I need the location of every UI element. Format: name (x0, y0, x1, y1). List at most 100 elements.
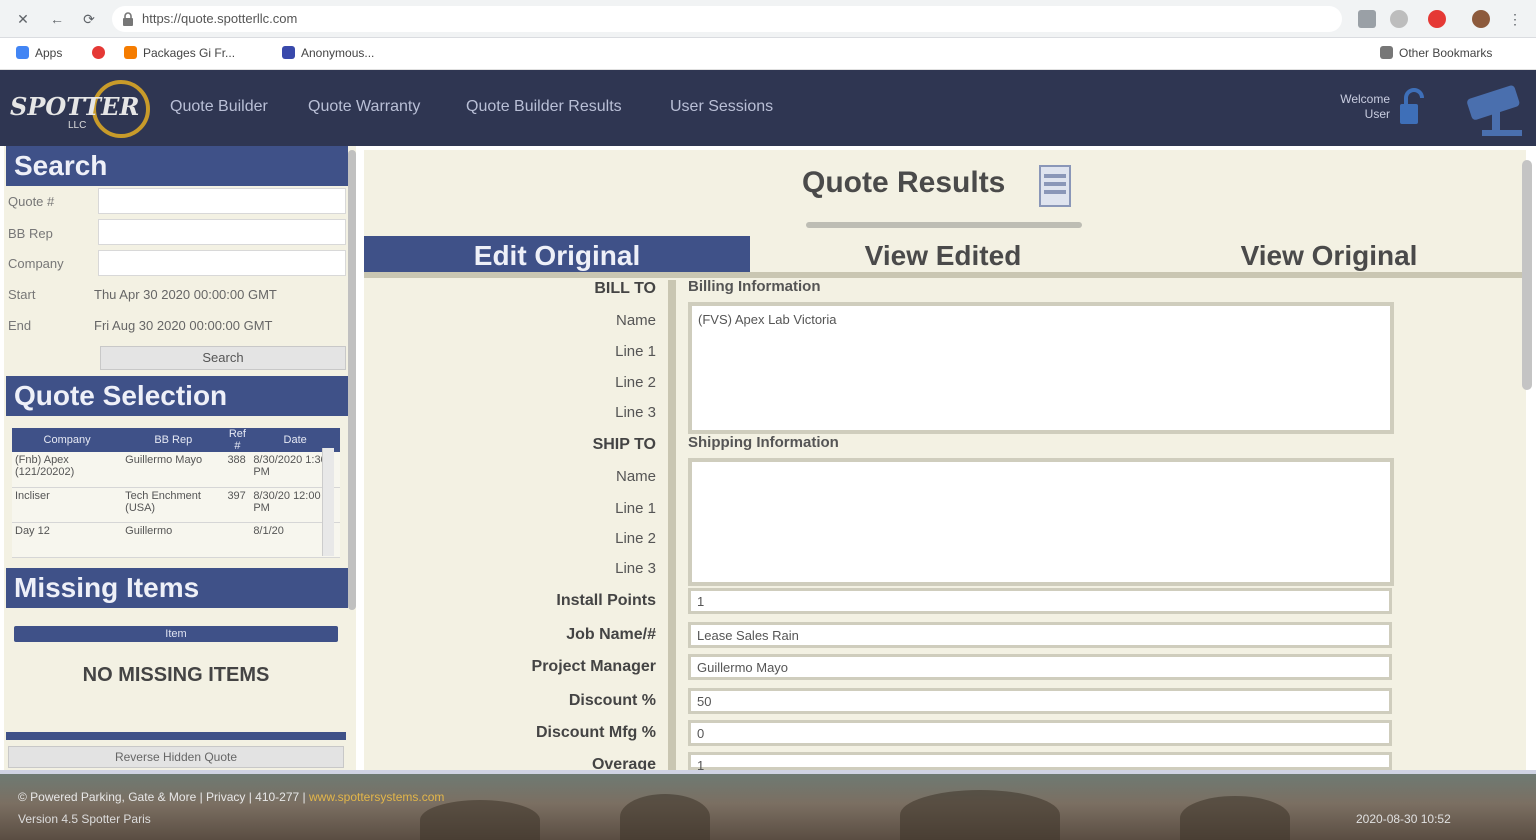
ship-line2-label: Line 2 (615, 530, 656, 547)
footer-timestamp: 2020-08-30 10:52 (1356, 812, 1451, 826)
bookmarks-bar: Apps Packages Gi Fr... Anonymous... Othe… (0, 38, 1536, 70)
install-points-input[interactable]: 1 (688, 588, 1392, 614)
quote-selection-table: Company BB Rep Ref # Date (Fnb) Apex (12… (12, 428, 340, 559)
tab-view-original[interactable]: View Original (1136, 236, 1522, 276)
other-bookmarks[interactable]: Other Bookmarks (1380, 46, 1492, 60)
discount-input[interactable]: 50 (688, 688, 1392, 714)
close-icon[interactable]: ✕ (14, 10, 32, 28)
reverse-hidden-quote-button[interactable]: Reverse Hidden Quote (8, 746, 344, 768)
billing-info-textarea[interactable]: (FVS) Apex Lab Victoria (688, 302, 1394, 434)
project-manager-input[interactable]: Guillermo Mayo (688, 654, 1392, 680)
tab-edit-original[interactable]: Edit Original (364, 236, 750, 276)
footer-link[interactable]: www.spottersystems.com (309, 790, 444, 804)
end-label: End (8, 318, 32, 333)
user-info: Welcome User (1340, 92, 1390, 121)
tree-silhouette (1180, 796, 1290, 840)
avatar[interactable] (1472, 10, 1490, 28)
ship-line1-label: Line 1 (615, 500, 656, 517)
bookmark-youtube[interactable] (92, 46, 111, 60)
company-input[interactable] (98, 250, 346, 276)
job-name-label: Job Name/# (566, 626, 656, 643)
lock-icon (123, 12, 133, 26)
reload-icon[interactable]: ⟳ (80, 10, 98, 28)
table-row[interactable]: Day 12 Guillermo 8/1/20 (12, 522, 340, 559)
discount-label: Discount % (568, 692, 656, 709)
table-header-row: Company BB Rep Ref # Date (12, 428, 340, 452)
main-content: Quote Results Edit Original View Edited … (364, 150, 1526, 773)
overage-input[interactable]: 1 (688, 752, 1392, 773)
bill-to-label: BILL TO (594, 280, 656, 297)
search-header: Search (6, 146, 348, 186)
table-row[interactable]: (Fnb) Apex (121/20202) Guillermo Mayo 38… (12, 452, 340, 488)
quote-number-label: Quote # (8, 194, 55, 209)
nav-quote-builder[interactable]: Quote Builder (170, 98, 268, 116)
shipping-info-textarea[interactable] (688, 458, 1394, 586)
tab-view-edited[interactable]: View Edited (750, 236, 1136, 276)
tree-silhouette (620, 794, 710, 840)
ship-name-label: Name (615, 468, 656, 485)
star-icon[interactable] (1358, 10, 1376, 28)
apps-icon (16, 46, 29, 59)
tree-silhouette (420, 800, 540, 840)
bb-rep-label: BB Rep (8, 226, 53, 241)
start-date-field[interactable]: Thu Apr 30 2020 00:00:00 GMT (94, 287, 277, 302)
tree-silhouette (900, 790, 1060, 840)
table-scrollbar[interactable] (322, 448, 334, 556)
discount-mfg-input[interactable]: 0 (688, 720, 1392, 746)
bill-line3-label: Line 3 (615, 404, 656, 421)
company-label: Company (8, 256, 64, 271)
no-missing-items-text: NO MISSING ITEMS (82, 664, 270, 686)
adblock-icon[interactable] (1428, 10, 1446, 28)
project-manager-label: Project Manager (531, 658, 656, 675)
discount-mfg-label: Discount Mfg % (536, 724, 656, 741)
nav-quote-builder-results[interactable]: Quote Builder Results (466, 98, 622, 116)
address-bar[interactable]: https://quote.spotterllc.com (112, 6, 1342, 32)
column-header[interactable]: Ref # (224, 428, 251, 452)
back-icon[interactable]: ← (48, 10, 66, 28)
nav-quote-warranty[interactable]: Quote Warranty (308, 98, 420, 116)
folder-icon (1380, 46, 1393, 59)
package-icon (124, 46, 137, 59)
missing-items-column-header: Item (14, 626, 338, 642)
start-label: Start (8, 287, 36, 302)
install-points-label: Install Points (556, 592, 656, 609)
column-header[interactable]: Company (12, 428, 123, 452)
billing-info-label: Billing Information (688, 278, 821, 295)
browser-toolbar: ✕ ← ⟳ https://quote.spotterllc.com ⋮ (0, 0, 1536, 38)
bookmark-apps[interactable]: Apps (16, 46, 62, 60)
footer: © Powered Parking, Gate & More | Privacy… (0, 770, 1536, 840)
bill-line2-label: Line 2 (615, 374, 656, 391)
nav-user-sessions[interactable]: User Sessions (670, 98, 773, 116)
bb-rep-input[interactable] (98, 219, 346, 245)
quote-number-input[interactable] (98, 188, 346, 214)
youtube-icon (92, 46, 105, 59)
divider (6, 732, 346, 740)
bill-name-label: Name (615, 312, 656, 329)
job-name-input[interactable]: Lease Sales Rain (688, 622, 1392, 648)
sidebar-scrollbar[interactable] (348, 150, 356, 610)
table-row[interactable]: Incliser Tech Enchment (USA) 397 8/30/20… (12, 487, 340, 523)
camera-icon (1467, 85, 1522, 136)
bill-line1-label: Line 1 (615, 343, 656, 360)
missing-items-header: Missing Items (6, 568, 348, 608)
search-button[interactable]: Search (100, 346, 346, 370)
main-scrollbar[interactable] (1522, 160, 1532, 390)
excel-export-icon[interactable] (1038, 164, 1072, 208)
tab-divider (364, 272, 1526, 278)
extension-icon[interactable] (1390, 10, 1408, 28)
bookmark-packages[interactable]: Packages Gi Fr... (124, 46, 235, 60)
footer-copyright: © Powered Parking, Gate & More | Privacy… (18, 790, 445, 804)
title-underline (806, 222, 1082, 228)
quote-selection-header: Quote Selection (6, 376, 348, 416)
app-header: SPOTTER LLC Quote Builder Quote Warranty… (0, 70, 1536, 146)
page-title: Quote Results (802, 166, 1006, 199)
column-divider (668, 280, 676, 770)
spotter-logo[interactable]: SPOTTER LLC (6, 78, 156, 140)
bookmark-anonymous[interactable]: Anonymous... (282, 46, 374, 60)
column-header[interactable]: BB Rep (122, 428, 225, 452)
footer-version: Version 4.5 Spotter Paris (18, 812, 151, 826)
end-date-field[interactable]: Fri Aug 30 2020 00:00:00 GMT (94, 318, 273, 333)
url-text: https://quote.spotterllc.com (142, 11, 298, 26)
menu-icon[interactable]: ⋮ (1506, 10, 1524, 28)
logout-icon[interactable] (1396, 88, 1436, 128)
